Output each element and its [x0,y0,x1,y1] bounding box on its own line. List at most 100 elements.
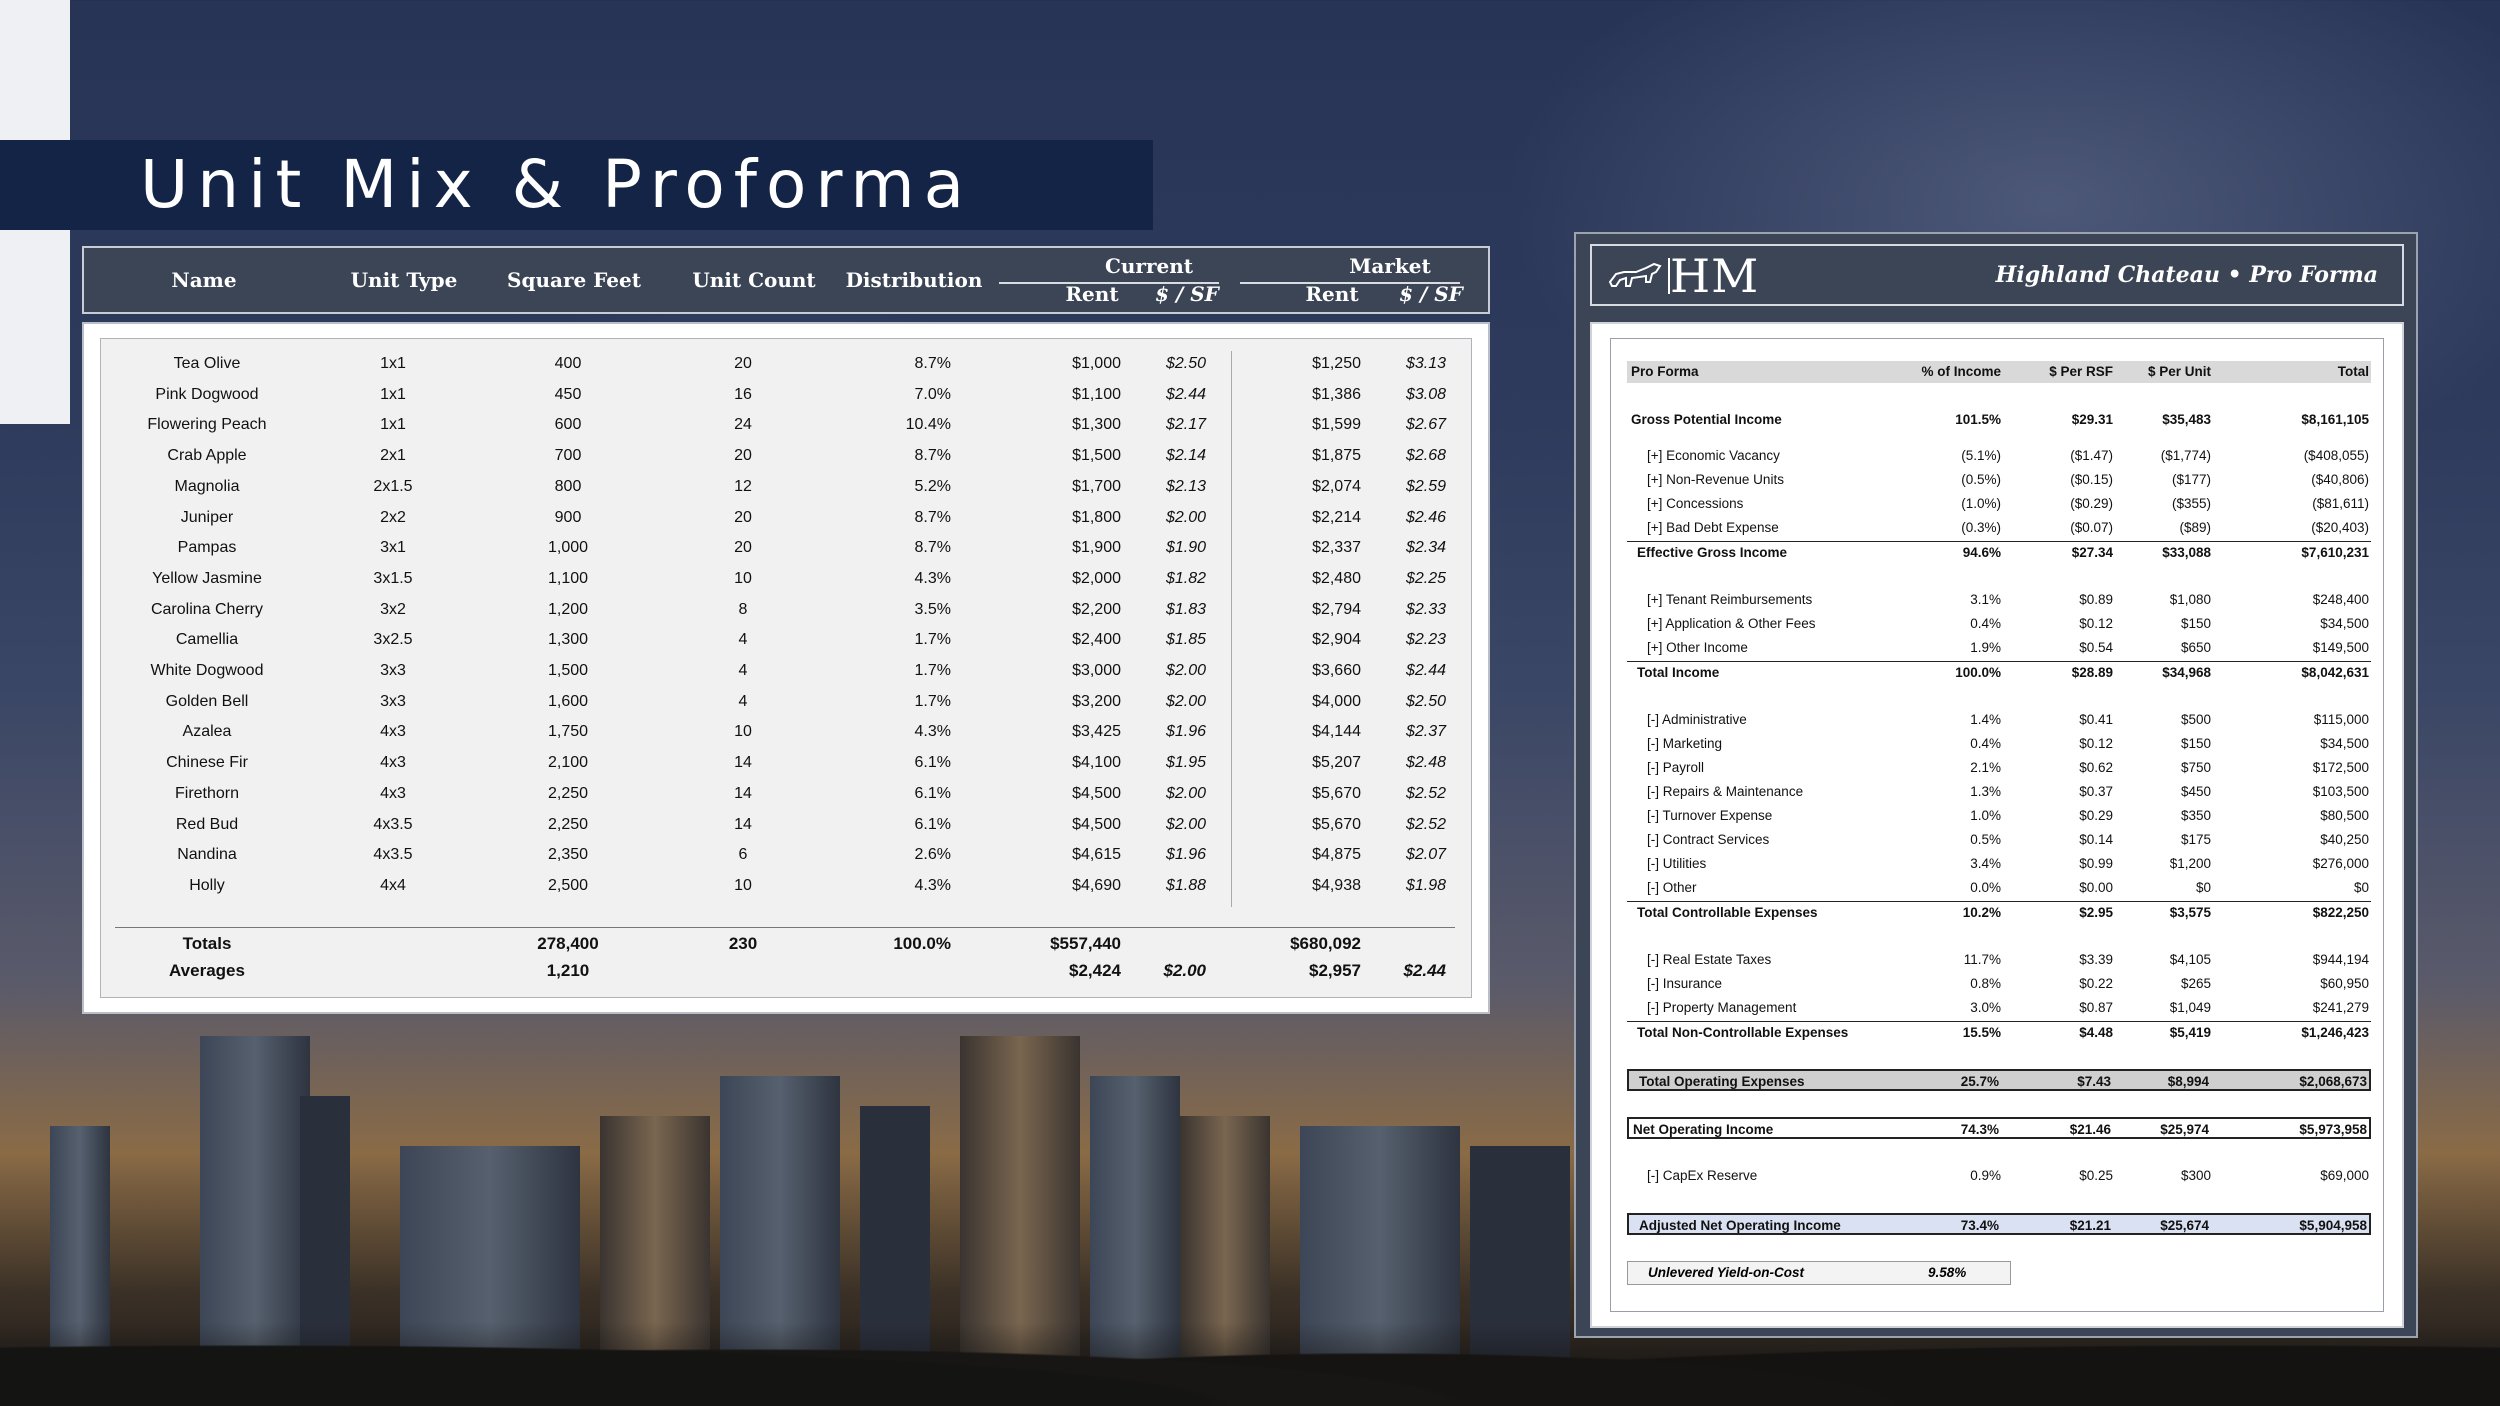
table-row: Nandina 4x3.5 2,350 6 2.6% $4,615 $1.96 $4,875 $… [101,840,1471,870]
cell-name: Pink Dogwood [155,385,259,403]
proforma-cell-c4: $69,000 [2320,1168,2369,1183]
cell-name: Nandina [177,846,237,864]
proforma-cell-c4: $8,042,631 [2301,665,2369,680]
proforma-cell-c2: $7.43 [2077,1074,2111,1089]
proforma-cell-c3: $25,974 [2160,1122,2209,1137]
table-row: Golden Bell 3x3 1,600 4 1.7% $3,200 $2.00 $4,00… [101,687,1471,717]
header-current-psf: $ / SF [1155,282,1219,306]
cell-mrent: $5,670 [1312,815,1361,833]
proforma-row: [-] Payroll 2.1% $0.62 $750 $172,500 [1627,757,2371,779]
totals-sf: 278,400 [537,934,599,953]
proforma-cell-c1: (5.1%) [1961,448,2001,463]
cell-count: 20 [734,355,752,372]
proforma-table: Pro Forma % of Income $ Per RSF $ Per Unit T… [1610,338,2384,1312]
proforma-cell-label: [-] Administrative [1647,712,1747,727]
cell-name: Holly [189,876,225,894]
proforma-row: [+] Application & Other Fees 0.4% $0.12 $15… [1627,613,2371,635]
cell-sf: 2,250 [547,784,589,802]
cell-rent: $1,700 [1072,477,1121,495]
cell-rent: $2,200 [1072,600,1121,618]
cell-name: Golden Bell [165,692,249,710]
cell-rent: $1,800 [1072,508,1121,526]
cell-sf: 700 [554,447,582,465]
cell-count: 10 [734,569,752,587]
proforma-row: [-] Insurance 0.8% $0.22 $265 $60,950 [1627,973,2371,995]
cell-mpsf: $2.34 [1405,539,1446,557]
cell-count: 14 [734,784,752,802]
proforma-cell-label: [-] Real Estate Taxes [1647,952,1772,967]
proforma-cell-c1: 3.4% [1970,856,2001,871]
proforma-cell-c2: $0.89 [2079,592,2113,607]
proforma-cell-c1: 3.0% [1970,1000,2001,1015]
proforma-cell-c2: $0.25 [2079,1168,2113,1183]
cell-dist: 8.7% [914,355,951,372]
proforma-cell-c2: ($0.29) [2070,496,2113,511]
bull-icon [1608,262,1662,287]
proforma-cell-c3: $3,575 [2169,905,2211,920]
proforma-col-c4: Total [2337,364,2369,379]
cell-dist: 5.2% [914,477,951,495]
cell-dist: 1.7% [914,692,951,710]
proforma-cell-c2: $0.54 [2079,640,2113,655]
proforma-cell-c3: $0 [2195,880,2211,895]
proforma-row: [+] Other Income 1.9% $0.54 $650 $149,500 [1627,637,2371,659]
proforma-cell-label: Total Income [1637,665,1720,680]
cell-type: 4x4 [380,876,406,894]
proforma-cell-c2: $0.37 [2079,784,2113,799]
logo-text: HM [1670,249,1760,303]
proforma-cell-label: Gross Potential Income [1631,412,1782,427]
cell-sf: 900 [554,508,582,526]
proforma-col-label: Pro Forma [1631,364,1699,379]
proforma-cell-label: [+] Bad Debt Expense [1647,520,1779,535]
averages-rent: $2,424 [1069,961,1121,980]
cell-name: Crab Apple [167,447,247,465]
cell-name: White Dogwood [150,662,264,679]
cell-name: Tea Olive [173,355,241,372]
cell-name: Red Bud [175,815,239,833]
proforma-cell-c4: ($81,611) [2312,496,2369,511]
cell-dist: 6.1% [914,784,951,802]
cell-count: 20 [734,539,752,557]
cell-sf: 450 [554,385,582,403]
proforma-cell-label: [+] Tenant Reimbursements [1647,592,1813,607]
proforma-row: [+] Economic Vacancy (5.1%) ($1.47) ($1,774… [1627,445,2371,467]
cell-mrent: $2,337 [1312,539,1361,557]
proforma-cell-c2: $3.39 [2079,952,2113,967]
proforma-cell-c3: $34,968 [2162,665,2211,680]
proforma-cell-c4: $5,904,958 [2299,1218,2367,1233]
table-row: Juniper 2x2 900 20 8.7% $1,800 $2.00 $2,214 $2.4… [101,503,1471,533]
cell-psf: $1.96 [1165,846,1206,864]
cell-psf: $2.50 [1165,355,1206,372]
proforma-cell-c2: $2.95 [2079,905,2113,920]
proforma-cell-c2: ($0.07) [2070,520,2113,535]
proforma-cell-c1: 1.3% [1970,784,2001,799]
proforma-cell-c4: $60,950 [2320,976,2369,991]
proforma-cell-c3: $265 [2180,976,2211,991]
cell-dist: 2.6% [914,846,951,864]
proforma-cell-c4: $822,250 [2312,905,2369,920]
cell-mrent: $2,794 [1312,600,1361,618]
cell-type: 3x3 [380,692,406,710]
table-row: Chinese Fir 4x3 2,100 14 6.1% $4,100 $1.95 $5,2… [101,748,1471,778]
cell-dist: 8.7% [914,539,951,557]
proforma-cell-label: [-] Other [1647,880,1697,895]
cell-mpsf: $2.48 [1405,754,1446,772]
cell-dist: 6.1% [914,754,951,772]
proforma-cell-label: [+] Economic Vacancy [1647,448,1780,463]
cell-name: Firethorn [174,784,240,802]
cell-mrent: $2,074 [1312,477,1361,495]
proforma-row: [-] Marketing 0.4% $0.12 $150 $34,500 [1627,733,2371,755]
proforma-cell-c4: ($408,055) [2303,448,2369,463]
cell-mpsf: $1.98 [1405,876,1446,894]
proforma-cell-c1: 0.4% [1970,736,2001,751]
proforma-cell-c2: $29.31 [2071,412,2113,427]
cell-dist: 10.4% [905,416,951,434]
proforma-row: [-] Contract Services 0.5% $0.14 $175 $40,25… [1627,829,2371,851]
cell-name: Pampas [177,539,237,557]
cell-psf: $2.44 [1165,385,1206,403]
proforma-cell-c3: $33,088 [2162,545,2211,560]
proforma-cell-label: [+] Other Income [1647,640,1748,655]
proforma-row: Total Income 100.0% $28.89 $34,968 $8,042,63… [1627,661,2371,683]
proforma-cell-c4: $0 [2353,880,2369,895]
proforma-row: [-] Administrative 1.4% $0.41 $500 $115,000 [1627,709,2371,731]
